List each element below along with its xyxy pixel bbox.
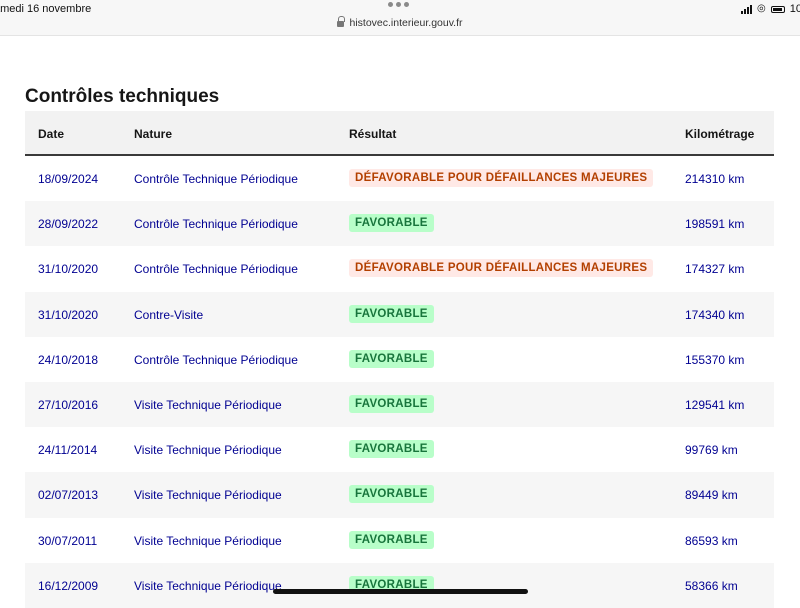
battery-text: 10 — [789, 3, 800, 15]
cell-date: 16/12/2009 — [38, 578, 99, 593]
cell-km: 198591 km — [685, 217, 745, 232]
cell-result: FAVORABLE — [349, 485, 434, 504]
scroll-gutter — [774, 36, 800, 600]
cell-date: 31/10/2020 — [38, 262, 99, 277]
table-row: 30/07/2011 Visite Technique Périodique FAV… — [25, 518, 774, 563]
cell-date: 24/10/2018 — [38, 352, 99, 367]
controls-table: Date Nature Résultat Kilométrage 18/09/2… — [25, 111, 774, 608]
result-badge: FAVORABLE — [349, 349, 434, 368]
cell-date: 18/09/2024 — [38, 172, 99, 186]
cell-nature: Visite Technique Périodique — [134, 397, 282, 412]
table-row: 27/10/2016 Visite Technique Périodique FAV… — [25, 381, 774, 428]
more-dots-icon[interactable] — [388, 2, 409, 7]
cell-nature: Visite Technique Périodique — [134, 488, 282, 503]
cell-nature: Contrôle Technique Périodique — [134, 217, 298, 232]
cell-date: 24/11/2014 — [38, 443, 98, 458]
cell-result: DÉFAVORABLE POUR DÉFAILLANCES MAJEURES — [349, 169, 654, 187]
status-indicators: ◎ 10 — [741, 3, 800, 15]
wifi-icon: ◎ — [757, 3, 766, 14]
table-header: Date Nature Résultat Kilométrage — [25, 111, 774, 156]
cell-km: 174327 km — [685, 262, 745, 277]
table-row: 28/09/2022 Contrôle Technique Périodique F… — [25, 201, 774, 247]
cell-km: 174340 km — [685, 307, 745, 322]
cell-date: 31/10/2020 — [38, 307, 99, 322]
home-indicator[interactable] — [273, 589, 528, 594]
address-bar[interactable]: histovec.interieur.gouv.fr — [0, 16, 800, 29]
cell-nature: Visite Technique Périodique — [134, 443, 282, 458]
header-nature: Nature — [134, 127, 173, 141]
table-row: 24/11/2014 Visite Technique Périodique FAV… — [25, 427, 774, 472]
cell-result: FAVORABLE — [349, 530, 434, 549]
result-badge: FAVORABLE — [349, 304, 434, 323]
table-row: 16/12/2009 Visite Technique Périodique FAV… — [25, 562, 774, 608]
cell-km: 99769 km — [685, 443, 738, 458]
cell-date: 30/07/2011 — [38, 533, 98, 548]
cell-km: 155370 km — [685, 352, 745, 367]
cell-km: 89449 km — [685, 488, 738, 503]
cell-km: 86593 km — [685, 533, 738, 548]
cell-nature: Contrôle Technique Périodique — [134, 262, 298, 277]
cell-nature: Visite Technique Périodique — [134, 578, 282, 593]
cell-result: FAVORABLE — [349, 304, 434, 323]
table-row: 24/10/2018 Contrôle Technique Périodique F… — [25, 337, 774, 382]
result-badge: FAVORABLE — [349, 440, 434, 459]
result-badge: FAVORABLE — [349, 530, 434, 549]
signal-icon — [741, 4, 753, 14]
cell-nature: Contrôle Technique Périodique — [134, 172, 298, 186]
result-badge: DÉFAVORABLE POUR DÉFAILLANCES MAJEURES — [349, 259, 654, 278]
cell-result: FAVORABLE — [349, 214, 434, 233]
cell-date: 02/07/2013 — [38, 488, 99, 503]
cell-result: FAVORABLE — [349, 440, 434, 459]
status-bar: amedi 16 novembre histovec.interieur.gou… — [0, 0, 800, 36]
header-result: Résultat — [349, 127, 397, 141]
result-badge: FAVORABLE — [349, 485, 434, 504]
lock-icon — [337, 16, 346, 27]
cell-result: FAVORABLE — [349, 394, 434, 413]
result-badge: DÉFAVORABLE POUR DÉFAILLANCES MAJEURES — [349, 169, 654, 187]
cell-km: 214310 km — [685, 172, 745, 186]
header-date: Date — [38, 127, 65, 141]
cell-result: FAVORABLE — [349, 349, 434, 368]
table-row: 31/10/2020 Contrôle Technique Périodique D… — [25, 246, 774, 291]
url-text: histovec.interieur.gouv.fr — [349, 17, 463, 29]
battery-icon — [770, 5, 785, 13]
table-row: 31/10/2020 Contre-Visite FAVORABLE 174340 k… — [25, 291, 774, 337]
cell-date: 28/09/2022 — [38, 217, 99, 232]
table-row: 18/09/2024 Contrôle Technique Périodique D… — [25, 156, 774, 201]
cell-result: DÉFAVORABLE POUR DÉFAILLANCES MAJEURES — [349, 259, 654, 278]
cell-km: 58366 km — [685, 578, 738, 593]
cell-nature: Visite Technique Périodique — [134, 533, 282, 548]
cell-km: 129541 km — [685, 397, 745, 412]
table-row: 02/07/2013 Visite Technique Périodique FAV… — [25, 472, 774, 518]
cell-nature: Contre-Visite — [134, 307, 204, 322]
cell-nature: Contrôle Technique Périodique — [134, 352, 298, 367]
header-km: Kilométrage — [685, 127, 755, 141]
cell-date: 27/10/2016 — [38, 397, 99, 412]
table-body: 18/09/2024 Contrôle Technique Périodique D… — [25, 156, 774, 608]
result-badge: FAVORABLE — [349, 214, 434, 233]
status-date: amedi 16 novembre — [0, 3, 92, 15]
page-title: Contrôles techniques — [25, 86, 220, 107]
result-badge: FAVORABLE — [349, 394, 434, 413]
